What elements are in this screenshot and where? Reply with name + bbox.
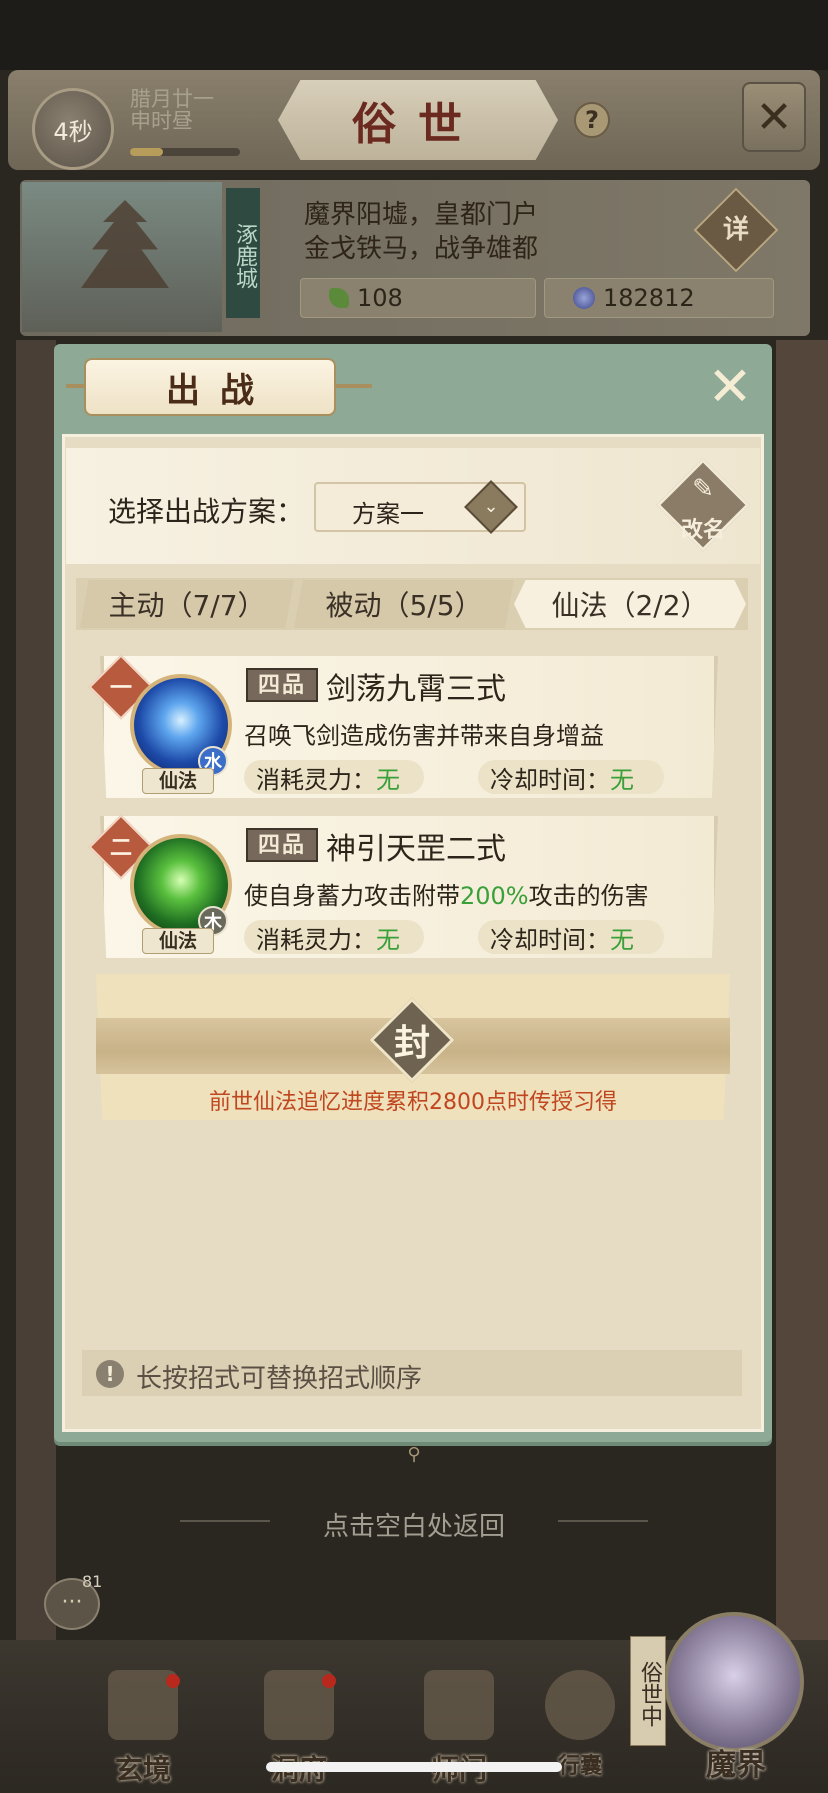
- leaf-jade-icon: [329, 288, 349, 308]
- spirit-coin-icon: [573, 287, 595, 309]
- grade-badge: 四品: [246, 828, 318, 862]
- coin-counter: 182812: [544, 278, 774, 318]
- lunar-date-line1: 腊月廿一: [130, 87, 214, 111]
- city-description: 魔界阳墟，皇都门户 金戈铁马，战争雄都: [304, 198, 538, 266]
- skill-type-plate: 仙法: [142, 928, 214, 954]
- page-title-plate: 俗世: [278, 80, 558, 160]
- skill-name: 神引天罡二式: [326, 832, 506, 867]
- lunar-date-line2: 申时昼: [130, 109, 193, 133]
- grade-badge: 四品: [246, 668, 318, 702]
- desc-text: 攻击的伤害: [528, 882, 649, 910]
- unlock-condition: 前世仙法追忆进度累积2800点时传授习得: [209, 1090, 617, 1115]
- city-desc-line1: 魔界阳墟，皇都门户: [304, 200, 539, 230]
- timer-badge: 4秒: [32, 88, 114, 170]
- skill-description: 使自身蓄力攻击附带200%攻击的伤害: [244, 876, 649, 911]
- notification-dot: [322, 1674, 336, 1688]
- cooldown-stat: 冷却时间：无: [478, 760, 664, 794]
- brush-icon: ✎: [692, 474, 714, 504]
- demon-realm-portrait[interactable]: [664, 1612, 804, 1752]
- hint-text: 长按招式可替换招式顺序: [136, 1364, 423, 1394]
- scheme-label: 选择出战方案：: [108, 495, 305, 528]
- cost-value: 无: [376, 925, 400, 954]
- return-hint[interactable]: 点击空白处返回: [0, 1506, 828, 1543]
- nav-label: 玄境: [114, 1753, 171, 1786]
- cost-label: 消耗灵力：: [256, 765, 376, 794]
- page-title: 俗世: [352, 99, 484, 150]
- cooldown-value: 无: [610, 765, 634, 794]
- crossed-swords-icon[interactable]: ✕: [742, 82, 806, 152]
- home-indicator[interactable]: [266, 1762, 562, 1772]
- skill-type-plate: 仙法: [142, 768, 214, 794]
- pouch-icon: [545, 1670, 615, 1740]
- desc-text: 使自身蓄力攻击附带: [244, 882, 460, 910]
- background-left-edge: [16, 340, 56, 1640]
- nav-mystic-realm[interactable]: 玄境: [88, 1670, 198, 1786]
- realm-tag: 俗世中: [630, 1636, 666, 1746]
- coin-value: 182812: [603, 284, 695, 312]
- city-desc-line2: 金戈铁马，战争雄都: [304, 234, 539, 264]
- tab-passive-skills[interactable]: 被动（5/5）: [294, 580, 514, 628]
- cost-stat: 消耗灵力：无: [244, 760, 424, 794]
- skill-description: 召唤飞剑造成伤害并带来自身增益: [244, 722, 604, 750]
- time-progress-bar: [130, 148, 240, 156]
- detail-label: 详: [722, 215, 749, 245]
- cooldown-label: 冷却时间：: [490, 925, 610, 954]
- background-right-edge: [776, 340, 828, 1640]
- desc-highlight: 200%: [460, 882, 529, 910]
- dialog-title: 出战: [166, 370, 274, 411]
- close-icon[interactable]: ✕: [700, 360, 760, 414]
- status-bar: [0, 0, 828, 70]
- scheme-value: 方案一: [352, 500, 424, 528]
- exclamation-icon: !: [96, 1360, 124, 1388]
- notification-dot: [166, 1674, 180, 1688]
- cost-value: 无: [376, 765, 400, 794]
- cost-label: 消耗灵力：: [256, 925, 376, 954]
- banner-icon: [424, 1670, 494, 1740]
- cooldown-label: 冷却时间：: [490, 765, 610, 794]
- rename-label: 改名: [680, 517, 725, 543]
- cost-stat: 消耗灵力：无: [244, 920, 424, 954]
- realm-label: 魔界: [706, 1748, 766, 1783]
- skill-name: 剑荡九霄三式: [326, 672, 506, 707]
- cooldown-stat: 冷却时间：无: [478, 920, 664, 954]
- tab-active-skills[interactable]: 主动（7/7）: [80, 580, 294, 628]
- tab-immortal-arts[interactable]: 仙法（2/2）: [514, 580, 746, 628]
- seal-icon: 封: [393, 1022, 430, 1064]
- lunar-date: 腊月廿一 申时昼: [130, 88, 214, 132]
- jade-value: 108: [357, 284, 403, 312]
- chat-count: 81: [82, 1572, 103, 1591]
- cooldown-value: 无: [610, 925, 634, 954]
- dialog-title-tag: 出战: [84, 358, 336, 416]
- city-name: 涿鹿城: [226, 188, 260, 318]
- question-icon[interactable]: ?: [574, 102, 610, 138]
- jade-counter: 108: [300, 278, 536, 318]
- tassel-icon: ⚲: [407, 1444, 421, 1465]
